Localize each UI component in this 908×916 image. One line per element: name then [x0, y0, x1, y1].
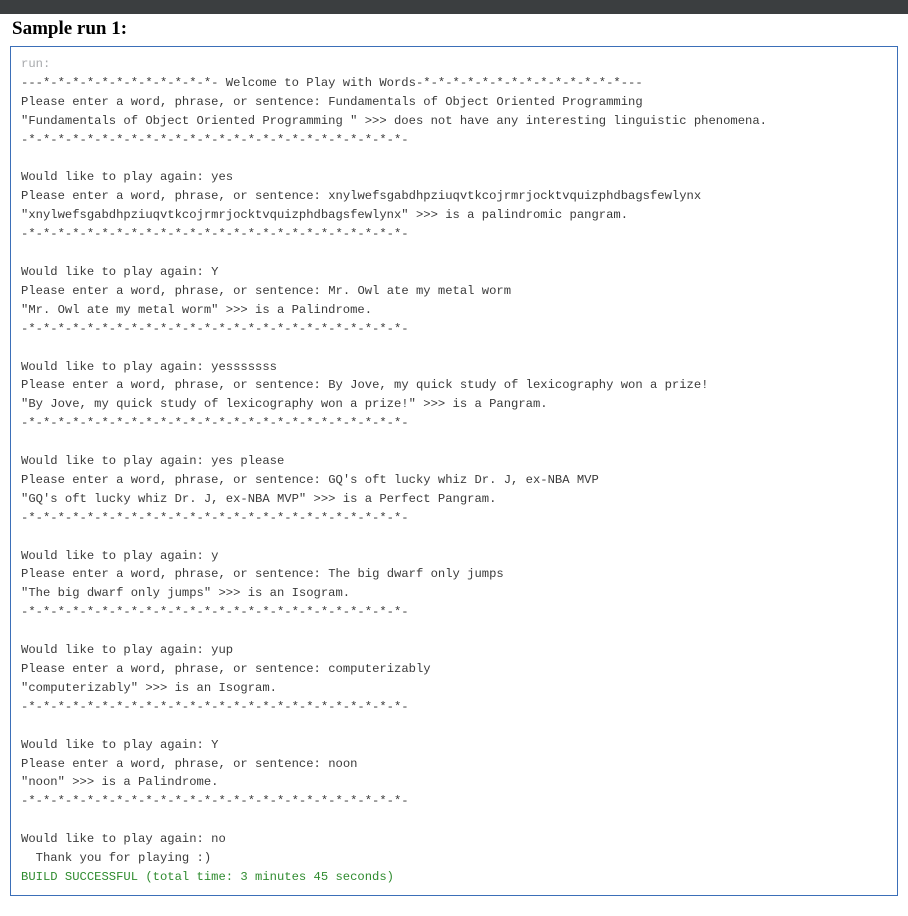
separator: -*-*-*-*-*-*-*-*-*-*-*-*-*-*-*-*-*-*-*-*… — [21, 227, 409, 241]
build-status: BUILD SUCCESSFUL (total time: 3 minutes … — [21, 870, 394, 884]
prompt-again: Would like to play again: — [21, 454, 211, 468]
console-output: run: ---*-*-*-*-*-*-*-*-*-*-*-*- Welcome… — [10, 46, 898, 896]
run-label: run: — [21, 57, 50, 71]
input-0: Fundamentals of Object Oriented Programm… — [328, 95, 643, 109]
result-3: "By Jove, my quick study of lexicography… — [21, 397, 548, 411]
again-6: yup — [211, 643, 233, 657]
prompt-again: Would like to play again: — [21, 265, 211, 279]
welcome-line: ---*-*-*-*-*-*-*-*-*-*-*-*- Welcome to P… — [21, 76, 643, 90]
separator: -*-*-*-*-*-*-*-*-*-*-*-*-*-*-*-*-*-*-*-*… — [21, 133, 409, 147]
prompt-enter: Please enter a word, phrase, or sentence… — [21, 95, 328, 109]
prompt-enter: Please enter a word, phrase, or sentence… — [21, 473, 328, 487]
input-7: noon — [328, 757, 357, 771]
input-1: xnylwefsgabdhpziuqvtkcojrmrjocktvquizphd… — [328, 189, 701, 203]
prompt-enter: Please enter a word, phrase, or sentence… — [21, 284, 328, 298]
prompt-again: Would like to play again: — [21, 738, 211, 752]
result-2: "Mr. Owl ate my metal worm" >>> is a Pal… — [21, 303, 372, 317]
prompt-again: Would like to play again: — [21, 360, 211, 374]
prompt-again: Would like to play again: — [21, 170, 211, 184]
window-top-bar — [0, 0, 908, 14]
input-5: The big dwarf only jumps — [328, 567, 504, 581]
prompt-enter: Please enter a word, phrase, or sentence… — [21, 189, 328, 203]
again-7: Y — [211, 738, 218, 752]
result-7: "noon" >>> is a Palindrome. — [21, 775, 218, 789]
prompt-enter: Please enter a word, phrase, or sentence… — [21, 757, 328, 771]
separator: -*-*-*-*-*-*-*-*-*-*-*-*-*-*-*-*-*-*-*-*… — [21, 794, 409, 808]
result-5: "The big dwarf only jumps" >>> is an Iso… — [21, 586, 350, 600]
prompt-enter: Please enter a word, phrase, or sentence… — [21, 378, 328, 392]
again-5: y — [211, 549, 218, 563]
section-title: Sample run 1: — [12, 18, 898, 40]
input-3: By Jove, my quick study of lexicography … — [328, 378, 708, 392]
prompt-enter: Please enter a word, phrase, or sentence… — [21, 567, 328, 581]
separator: -*-*-*-*-*-*-*-*-*-*-*-*-*-*-*-*-*-*-*-*… — [21, 605, 409, 619]
separator: -*-*-*-*-*-*-*-*-*-*-*-*-*-*-*-*-*-*-*-*… — [21, 511, 409, 525]
result-6: "computerizably" >>> is an Isogram. — [21, 681, 277, 695]
separator: -*-*-*-*-*-*-*-*-*-*-*-*-*-*-*-*-*-*-*-*… — [21, 416, 409, 430]
thanks-line: Thank you for playing :) — [21, 851, 211, 865]
result-1: "xnylwefsgabdhpziuqvtkcojrmrjocktvquizph… — [21, 208, 628, 222]
input-4: GQ's oft lucky whiz Dr. J, ex-NBA MVP — [328, 473, 599, 487]
again-4: yes please — [211, 454, 284, 468]
result-4: "GQ's oft lucky whiz Dr. J, ex-NBA MVP" … — [21, 492, 496, 506]
prompt-again: Would like to play again: — [21, 832, 211, 846]
prompt-enter: Please enter a word, phrase, or sentence… — [21, 662, 328, 676]
again-3: yesssssss — [211, 360, 277, 374]
again-2: Y — [211, 265, 218, 279]
input-6: computerizably — [328, 662, 430, 676]
again-final: no — [211, 832, 226, 846]
again-1: yes — [211, 170, 233, 184]
document-page: Sample run 1: run: ---*-*-*-*-*-*-*-*-*-… — [0, 18, 908, 916]
prompt-again: Would like to play again: — [21, 643, 211, 657]
prompt-again: Would like to play again: — [21, 549, 211, 563]
result-0: "Fundamentals of Object Oriented Program… — [21, 114, 767, 128]
input-2: Mr. Owl ate my metal worm — [328, 284, 511, 298]
separator: -*-*-*-*-*-*-*-*-*-*-*-*-*-*-*-*-*-*-*-*… — [21, 322, 409, 336]
separator: -*-*-*-*-*-*-*-*-*-*-*-*-*-*-*-*-*-*-*-*… — [21, 700, 409, 714]
